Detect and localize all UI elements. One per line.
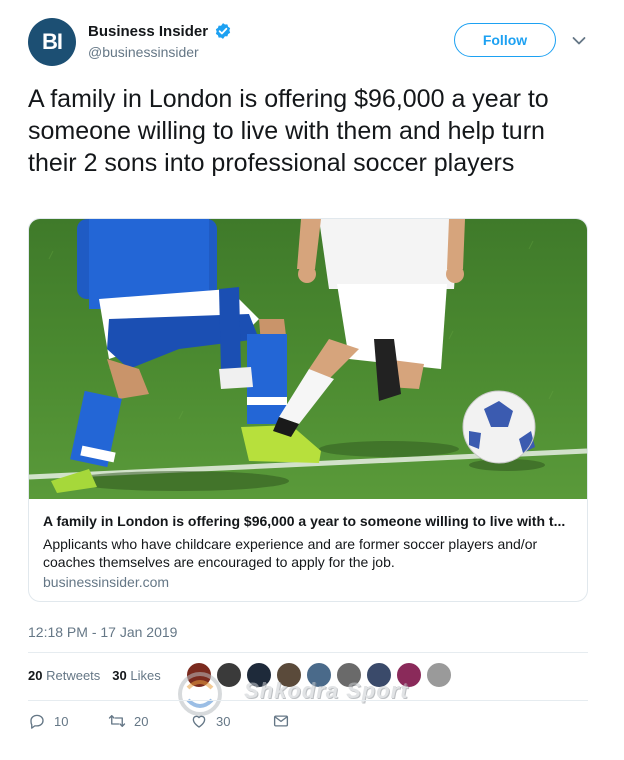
tweet-timestamp[interactable]: 12:18 PM - 17 Jan 2019 (28, 624, 177, 640)
retweet-icon (108, 715, 126, 727)
likes-count: 30 (112, 668, 127, 683)
likes-stat[interactable]: 30 Likes (112, 668, 160, 683)
envelope-icon (273, 715, 289, 727)
account-info[interactable]: Business Insider @businessinsider (88, 22, 232, 60)
like-count: 30 (216, 713, 231, 729)
retweets-count: 20 (28, 668, 43, 683)
heart-icon (192, 715, 206, 728)
tweet-actions: 10 20 30 (28, 712, 290, 730)
avatar[interactable]: BI (28, 18, 76, 66)
retweets-stat[interactable]: 20 Retweets (28, 668, 100, 683)
card-image[interactable] (29, 219, 587, 499)
display-name[interactable]: Business Insider (88, 23, 208, 40)
retweet-button[interactable]: 20 (108, 712, 190, 730)
link-card[interactable]: A family in London is offering $96,000 a… (28, 218, 588, 602)
chevron-down-icon[interactable] (572, 36, 586, 46)
watermark-logo-icon (178, 672, 222, 716)
watermark: Shkodra Sport (166, 668, 456, 718)
tweet-text: A family in London is offering $96,000 a… (28, 85, 549, 177)
card-domain: businessinsider.com (43, 574, 170, 590)
account-handle[interactable]: @businessinsider (88, 44, 232, 60)
reply-button[interactable]: 10 (28, 712, 108, 730)
card-title[interactable]: A family in London is offering $96,000 a… (43, 513, 573, 529)
retweets-label: Retweets (46, 668, 101, 683)
reply-icon (30, 714, 44, 729)
reply-count: 10 (54, 713, 69, 729)
name-row: Business Insider (88, 22, 232, 40)
direct-message-button[interactable] (272, 712, 290, 730)
follow-button[interactable]: Follow (454, 23, 556, 57)
verified-badge-icon (215, 23, 231, 39)
retweet-count: 20 (134, 713, 149, 729)
divider (28, 700, 588, 701)
card-description: Applicants who have childcare experience… (43, 536, 538, 570)
tweet-header: BI Business Insider @businessinsider Fol… (28, 14, 596, 72)
divider (28, 652, 588, 653)
engagement-stats: 20 Retweets 30 Likes (28, 668, 161, 683)
like-button[interactable]: 30 (190, 712, 272, 730)
likes-label: Likes (130, 668, 161, 683)
